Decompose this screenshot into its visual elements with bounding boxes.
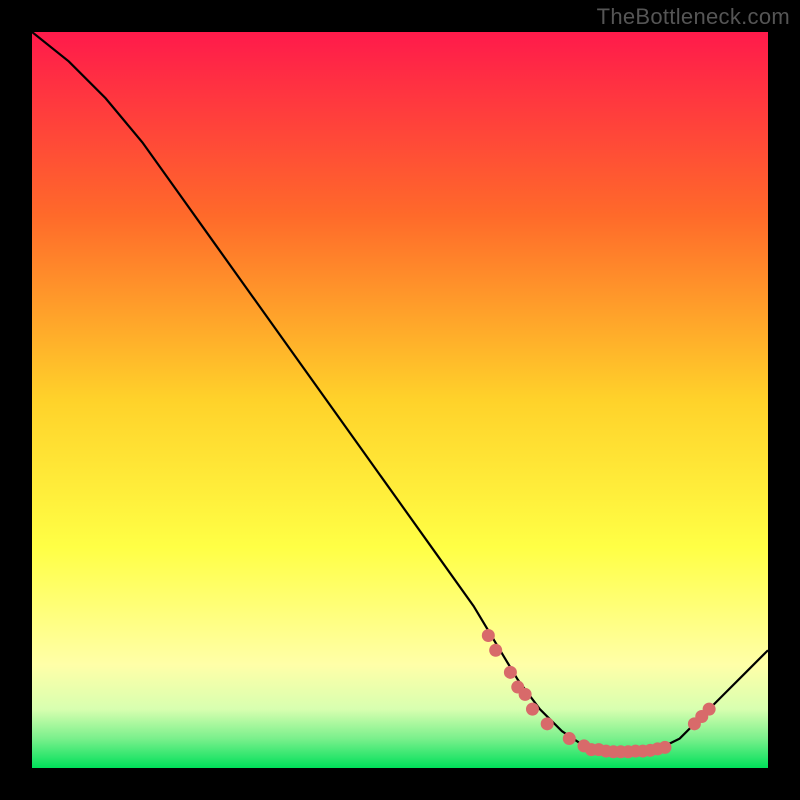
chart-frame: TheBottleneck.com [0,0,800,800]
data-point [519,688,532,701]
data-point [482,629,495,642]
plot-area [32,32,768,768]
data-point [526,703,539,716]
bottleneck-plot [32,32,768,768]
data-point [489,644,502,657]
data-point [703,703,716,716]
data-point [563,732,576,745]
watermark-text: TheBottleneck.com [597,4,790,30]
data-point [658,741,671,754]
data-point [504,666,517,679]
data-point [541,717,554,730]
